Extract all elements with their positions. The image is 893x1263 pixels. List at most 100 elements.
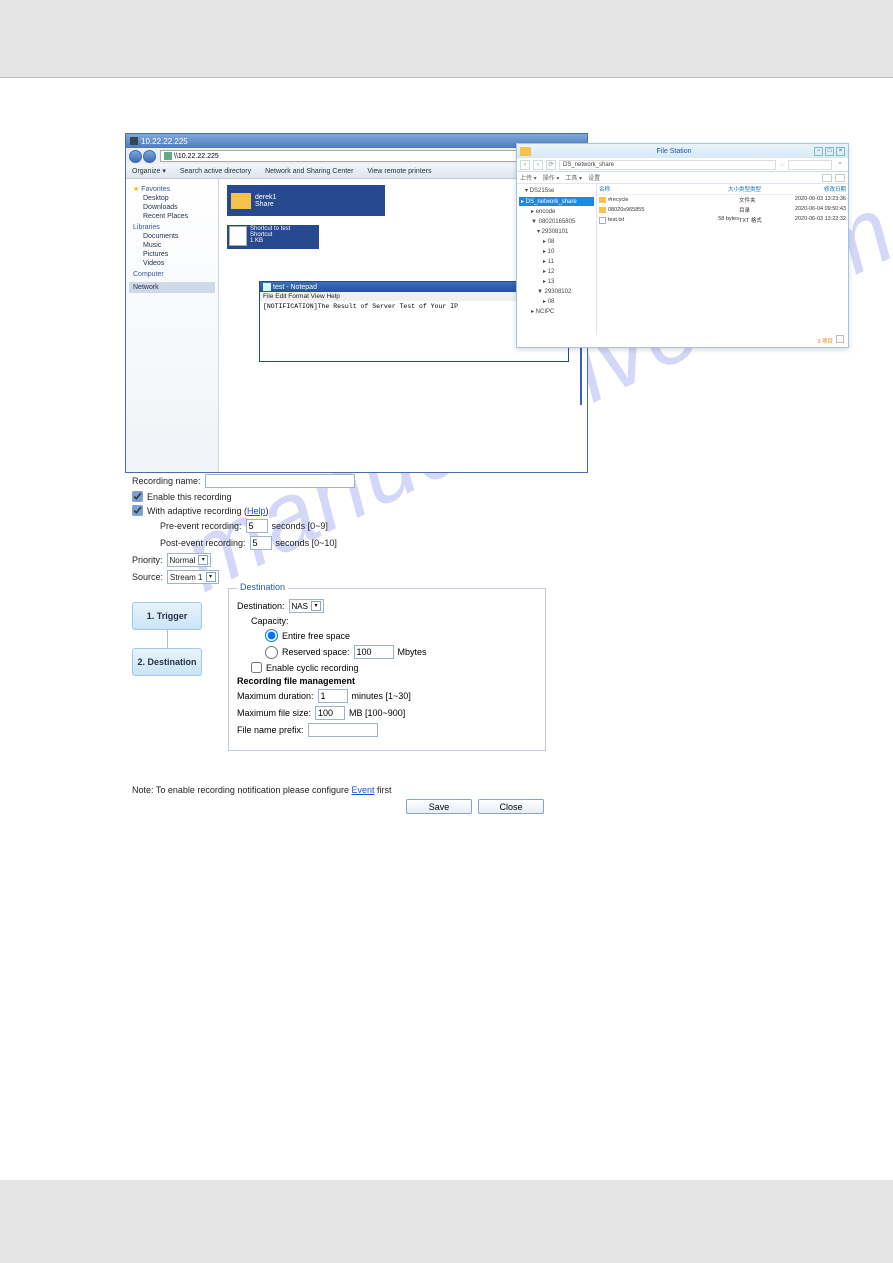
file-name-prefix-label: File name prefix: bbox=[237, 725, 304, 735]
priority-label: Priority: bbox=[132, 555, 163, 565]
post-event-label: Post-event recording: bbox=[160, 538, 246, 548]
priority-select[interactable]: Normal▾ bbox=[167, 553, 212, 567]
folder-icon bbox=[520, 147, 531, 156]
save-button[interactable]: Save bbox=[406, 799, 472, 814]
sidebar-item-videos[interactable]: Videos bbox=[143, 259, 215, 268]
search-active-directory[interactable]: Search active directory bbox=[180, 168, 251, 175]
close-button[interactable]: Close bbox=[478, 799, 544, 814]
favorites-header: Favorites bbox=[141, 186, 170, 193]
cyclic-recording-checkbox[interactable] bbox=[251, 662, 262, 673]
sidebar-item-recent[interactable]: Recent Places bbox=[143, 212, 215, 221]
minimize-icon[interactable]: − bbox=[814, 147, 823, 156]
post-event-suffix: seconds [0~10] bbox=[276, 538, 337, 548]
sidebar-item-documents[interactable]: Documents bbox=[143, 232, 215, 241]
recording-name-label: Recording name: bbox=[132, 476, 201, 486]
refresh-icon[interactable]: ⟳ bbox=[546, 160, 556, 170]
resize-handle[interactable] bbox=[836, 335, 844, 343]
tree-node[interactable]: ▸ 08 bbox=[519, 297, 594, 307]
reserved-space-input[interactable] bbox=[354, 645, 394, 659]
pre-event-input[interactable] bbox=[246, 519, 268, 533]
tree-node[interactable]: ▸ encode bbox=[519, 207, 594, 217]
source-select[interactable]: Stream 1▾ bbox=[167, 570, 218, 584]
star-icon: ★ bbox=[133, 185, 139, 193]
pre-event-label: Pre-event recording: bbox=[160, 521, 242, 531]
max-file-size-input[interactable] bbox=[315, 706, 345, 720]
forward-button[interactable]: › bbox=[533, 160, 543, 170]
view-list-icon[interactable] bbox=[822, 174, 832, 182]
computer-header[interactable]: Computer bbox=[133, 271, 215, 278]
shortcut-item[interactable]: Shortcut to testShortcut1 KB bbox=[227, 225, 319, 249]
view-remote-printers[interactable]: View remote printers bbox=[367, 168, 431, 175]
folder-item[interactable]: derek1Share bbox=[227, 185, 385, 216]
maximize-icon[interactable]: □ bbox=[825, 147, 834, 156]
tree-node[interactable]: ▸ NCIPC bbox=[519, 307, 594, 317]
chevron-down-icon: ▾ bbox=[311, 601, 321, 611]
sidebar-item-network[interactable]: Network bbox=[129, 282, 215, 293]
sidebar-item-desktop[interactable]: Desktop bbox=[143, 194, 215, 203]
pre-event-suffix: seconds [0~9] bbox=[272, 521, 328, 531]
note-text: Note: To enable recording notification p… bbox=[132, 785, 392, 795]
enable-recording-checkbox[interactable] bbox=[132, 491, 143, 502]
path-field[interactable]: DS_network_share bbox=[559, 160, 776, 170]
tree-node[interactable]: ▸ 11 bbox=[519, 257, 594, 267]
folder-icon bbox=[231, 193, 251, 209]
list-item[interactable]: test.txt58 bytesTXT 格式2020-06-03 13:22:3… bbox=[597, 215, 848, 225]
col-date[interactable]: 修改日期 bbox=[779, 185, 846, 193]
sidebar-item-downloads[interactable]: Downloads bbox=[143, 203, 215, 212]
sidebar-item-pictures[interactable]: Pictures bbox=[143, 250, 215, 259]
tree-node[interactable]: ▸ 12 bbox=[519, 267, 594, 277]
tree-node[interactable]: ▸ 13 bbox=[519, 277, 594, 287]
shortcut-icon bbox=[229, 226, 247, 246]
max-duration-unit: minutes [1~30] bbox=[352, 691, 411, 701]
tool-menu[interactable]: 工具 ▾ bbox=[565, 173, 582, 182]
chevron-down-icon: ▾ bbox=[198, 555, 208, 565]
adaptive-recording-checkbox[interactable] bbox=[132, 505, 143, 516]
view-grid-icon[interactable] bbox=[835, 174, 845, 182]
settings-menu[interactable]: 设置 bbox=[588, 173, 600, 182]
back-button[interactable] bbox=[129, 150, 142, 163]
explorer-sidebar: ★Favorites Desktop Downloads Recent Plac… bbox=[126, 179, 219, 472]
connector-line bbox=[580, 345, 582, 405]
adaptive-recording-label: With adaptive recording (Help) bbox=[147, 506, 269, 516]
tree-node[interactable]: ▾ 29308101 bbox=[519, 227, 594, 237]
forward-button[interactable] bbox=[143, 150, 156, 163]
tree-node[interactable]: ▸ 10 bbox=[519, 247, 594, 257]
network-sharing-center[interactable]: Network and Sharing Center bbox=[265, 168, 353, 175]
action-menu[interactable]: 操作 ▾ bbox=[543, 173, 560, 182]
col-name[interactable]: 名称 bbox=[599, 185, 689, 193]
destination-legend: Destination bbox=[237, 582, 288, 592]
reserved-space-radio[interactable] bbox=[265, 646, 278, 659]
back-button[interactable]: ‹ bbox=[520, 160, 530, 170]
destination-select[interactable]: NAS▾ bbox=[289, 599, 324, 613]
upload-menu[interactable]: 上传 ▾ bbox=[520, 173, 537, 182]
max-duration-input[interactable] bbox=[318, 689, 348, 703]
tree-node[interactable]: ▼ 29308102 bbox=[519, 287, 594, 297]
wizard-step-destination[interactable]: 2. Destination bbox=[132, 648, 202, 676]
destination-label: Destination: bbox=[237, 601, 285, 611]
reserved-space-label: Reserved space: bbox=[282, 647, 350, 657]
help-link[interactable]: Help bbox=[247, 506, 266, 516]
tree-node-selected[interactable]: ▸ DS_network_share bbox=[519, 197, 594, 206]
entire-free-space-radio[interactable] bbox=[265, 629, 278, 642]
file-name-prefix-input[interactable] bbox=[308, 723, 378, 737]
recording-name-input[interactable] bbox=[205, 474, 355, 488]
star-icon[interactable]: ☆ bbox=[779, 161, 785, 169]
sidebar-item-music[interactable]: Music bbox=[143, 241, 215, 250]
col-size[interactable]: 大小 bbox=[689, 185, 739, 193]
list-item[interactable]: 08020s965855目录2020-06-04 09:50:43 bbox=[597, 205, 848, 215]
col-type[interactable]: 类型类型 bbox=[739, 185, 779, 193]
file-icon bbox=[599, 217, 606, 224]
close-icon[interactable]: × bbox=[836, 147, 845, 156]
organize-menu[interactable]: Organize ▾ bbox=[132, 167, 166, 175]
reserved-unit: Mbytes bbox=[398, 647, 427, 657]
search-input[interactable] bbox=[788, 160, 832, 170]
post-event-input[interactable] bbox=[250, 536, 272, 550]
notepad-title: test - Notepad bbox=[273, 284, 317, 291]
tree-node[interactable]: ▸ 08 bbox=[519, 237, 594, 247]
event-link[interactable]: Event bbox=[351, 785, 374, 795]
tree-node[interactable]: ▼ 08020165805 bbox=[519, 217, 594, 227]
wizard-step-trigger[interactable]: 1. Trigger bbox=[132, 602, 202, 630]
tree-node[interactable]: ▾ DS215se bbox=[519, 186, 594, 196]
search-icon[interactable]: ⌕ bbox=[835, 160, 845, 170]
list-item[interactable]: #recycle文件夹2020-06-03 13:23:36 bbox=[597, 195, 848, 205]
